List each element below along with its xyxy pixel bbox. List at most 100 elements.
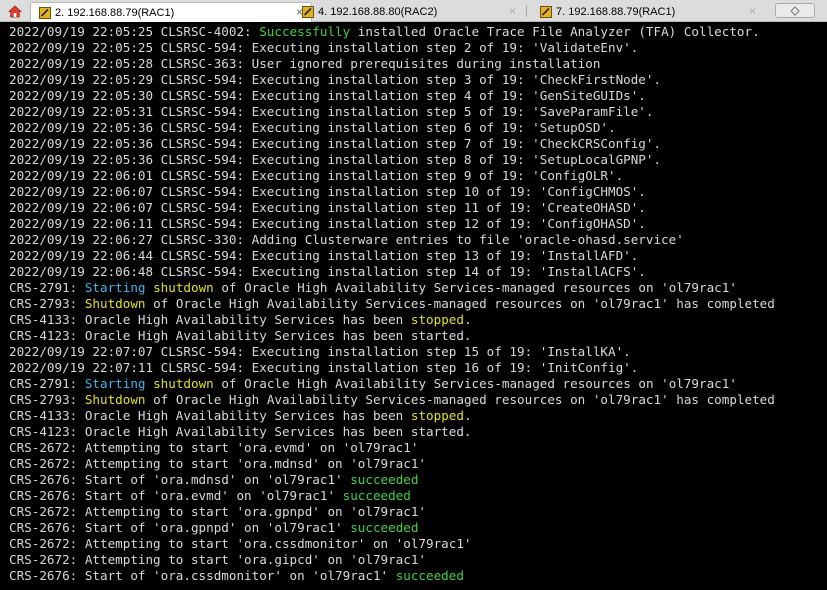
line-text: 2022/09/19 22:05:28 CLSRSC-363: User ign… — [9, 56, 601, 71]
highlighted-text: stopped — [410, 312, 464, 327]
terminal-line: CRS-4133: Oracle High Availability Servi… — [9, 312, 472, 328]
line-text: 2022/09/19 22:07:11 CLSRSC-594: Executin… — [9, 360, 639, 375]
terminal-line: CRS-2676: Start of 'ora.gpnpd' on 'ol79r… — [9, 520, 418, 536]
terminal-line: CRS-4123: Oracle High Availability Servi… — [9, 424, 472, 440]
line-text: CRS-2791: — [9, 280, 85, 295]
terminal-line: 2022/09/19 22:05:31 CLSRSC-594: Executin… — [9, 104, 653, 120]
highlighted-text: succeeded — [350, 520, 419, 535]
line-text: 2022/09/19 22:06:44 CLSRSC-594: Executin… — [9, 248, 639, 263]
line-text: CRS-4133: Oracle High Availability Servi… — [9, 408, 411, 423]
new-tab-icon — [790, 5, 800, 16]
tab-label: 7. 192.168.88.79(RAC1) — [556, 6, 676, 18]
line-text: CRS-2793: — [9, 296, 85, 311]
line-text: of Oracle High Availability Services-man… — [145, 392, 775, 407]
terminal-line: 2022/09/19 22:06:44 CLSRSC-594: Executin… — [9, 248, 638, 264]
highlighted-text: succeeded — [342, 488, 411, 503]
tab-label: 2. 192.168.88.79(RAC1) — [55, 6, 175, 19]
line-text: CRS-4133: Oracle High Availability Servi… — [9, 312, 411, 327]
line-text: installed Oracle Trace File Analyzer (TF… — [350, 24, 760, 39]
line-text: 2022/09/19 22:06:07 CLSRSC-594: Executin… — [9, 200, 646, 215]
terminal-line: CRS-2793: Shutdown of Oracle High Availa… — [9, 392, 775, 408]
terminal-line: 2022/09/19 22:07:07 CLSRSC-594: Executin… — [9, 344, 631, 360]
highlighted-text: succeeded — [395, 568, 464, 583]
terminal-line: 2022/09/19 22:05:25 CLSRSC-4002: Success… — [9, 24, 760, 40]
line-text: 2022/09/19 22:05:30 CLSRSC-594: Executin… — [9, 88, 646, 103]
line-text: CRS-2793: — [9, 392, 85, 407]
terminal-line: 2022/09/19 22:05:36 CLSRSC-594: Executin… — [9, 152, 661, 168]
line-text: 2022/09/19 22:05:29 CLSRSC-594: Executin… — [9, 72, 662, 87]
highlighted-text: Successfully — [259, 24, 351, 39]
terminal-line: CRS-2793: Shutdown of Oracle High Availa… — [9, 296, 775, 312]
terminal-line: CRS-2672: Attempting to start 'ora.gipcd… — [9, 552, 426, 568]
new-tab-button[interactable] — [775, 3, 815, 18]
line-text: 2022/09/19 22:07:07 CLSRSC-594: Executin… — [9, 344, 631, 359]
terminal-line: CRS-2676: Start of 'ora.cssdmonitor' on … — [9, 568, 464, 584]
terminal-line: CRS-2676: Start of 'ora.evmd' on 'ol79ra… — [9, 488, 411, 504]
line-text: 2022/09/19 22:06:11 CLSRSC-594: Executin… — [9, 216, 646, 231]
line-text: 2022/09/19 22:05:25 CLSRSC-594: Executin… — [9, 40, 639, 55]
terminal-tab-icon — [302, 6, 314, 18]
tab-separator — [526, 5, 527, 17]
line-text: CRS-2676: Start of 'ora.cssdmonitor' on … — [9, 568, 396, 583]
terminal-line: CRS-2791: Starting shutdown of Oracle Hi… — [9, 376, 737, 392]
line-text: 2022/09/19 22:05:36 CLSRSC-594: Executin… — [9, 136, 662, 151]
line-text: 2022/09/19 22:05:36 CLSRSC-594: Executin… — [9, 120, 616, 135]
highlighted-text: Starting — [84, 376, 146, 391]
terminal-line: 2022/09/19 22:05:36 CLSRSC-594: Executin… — [9, 120, 616, 136]
line-text — [146, 280, 154, 295]
line-text: CRS-2672: Attempting to start 'ora.evmd'… — [9, 440, 419, 455]
terminal-line: CRS-2791: Starting shutdown of Oracle Hi… — [9, 280, 737, 296]
highlighted-text: Shutdown — [84, 392, 146, 407]
line-text: 2022/09/19 22:05:25 CLSRSC-4002: — [9, 24, 260, 39]
highlighted-text: stopped — [410, 408, 464, 423]
terminal-line: CRS-2672: Attempting to start 'ora.cssdm… — [9, 536, 472, 552]
tab-label: 4. 192.168.88.80(RAC2) — [318, 6, 438, 18]
line-text: CRS-2676: Start of 'ora.mdnsd' on 'ol79r… — [9, 472, 351, 487]
highlighted-text: succeeded — [350, 472, 419, 487]
terminal-line: 2022/09/19 22:05:25 CLSRSC-594: Executin… — [9, 40, 638, 56]
line-text: CRS-2672: Attempting to start 'ora.gipcd… — [9, 552, 427, 567]
line-text: 2022/09/19 22:06:01 CLSRSC-594: Executin… — [9, 168, 624, 183]
line-text: 2022/09/19 22:06:48 CLSRSC-594: Executin… — [9, 264, 646, 279]
line-text: 2022/09/19 22:06:07 CLSRSC-594: Executin… — [9, 184, 646, 199]
line-text: of Oracle High Availability Services-man… — [213, 280, 737, 295]
line-text: CRS-4123: Oracle High Availability Servi… — [9, 424, 472, 439]
highlighted-text: Shutdown — [84, 296, 146, 311]
terminal-line: CRS-4123: Oracle High Availability Servi… — [9, 328, 472, 344]
line-text: CRS-2672: Attempting to start 'ora.cssdm… — [9, 536, 472, 551]
line-text: 2022/09/19 22:06:27 CLSRSC-330: Adding C… — [9, 232, 684, 247]
line-text — [146, 376, 154, 391]
terminal-line: CRS-2672: Attempting to start 'ora.mdnsd… — [9, 456, 426, 472]
terminal-line: CRS-2672: Attempting to start 'ora.evmd'… — [9, 440, 418, 456]
terminal-line: 2022/09/19 22:06:27 CLSRSC-330: Adding C… — [9, 232, 684, 248]
tab-ssh-rac1-second[interactable]: 7. 192.168.88.79(RAC1) × — [532, 2, 764, 22]
terminal-line: 2022/09/19 22:06:01 CLSRSC-594: Executin… — [9, 168, 623, 184]
terminal-output[interactable]: 2022/09/19 22:05:25 CLSRSC-4002: Success… — [0, 22, 827, 590]
terminal-line: 2022/09/19 22:05:29 CLSRSC-594: Executin… — [9, 72, 661, 88]
terminal-line: 2022/09/19 22:06:48 CLSRSC-594: Executin… — [9, 264, 646, 280]
tab-close-icon[interactable]: × — [509, 4, 516, 18]
highlighted-text: shutdown — [153, 280, 214, 295]
terminal-line: 2022/09/19 22:07:11 CLSRSC-594: Executin… — [9, 360, 638, 376]
line-text: CRS-2676: Start of 'ora.evmd' on 'ol79ra… — [9, 488, 343, 503]
line-text: CRS-2676: Start of 'ora.gpnpd' on 'ol79r… — [9, 520, 351, 535]
line-text: CRS-2791: — [9, 376, 85, 391]
line-text: of Oracle High Availability Services-man… — [145, 296, 775, 311]
highlighted-text: Starting — [84, 280, 146, 295]
terminal-line: 2022/09/19 22:06:11 CLSRSC-594: Executin… — [9, 216, 646, 232]
line-text: CRS-2672: Attempting to start 'ora.mdnsd… — [9, 456, 427, 471]
tab-ssh-rac2[interactable]: 4. 192.168.88.80(RAC2) × — [294, 2, 524, 22]
line-text: . — [463, 312, 472, 327]
line-text: 2022/09/19 22:05:31 CLSRSC-594: Executin… — [9, 104, 654, 119]
home-button[interactable] — [0, 0, 30, 22]
tab-close-icon[interactable]: × — [749, 4, 756, 18]
terminal-line: 2022/09/19 22:05:30 CLSRSC-594: Executin… — [9, 88, 646, 104]
highlighted-text: shutdown — [153, 376, 214, 391]
home-icon — [8, 5, 22, 17]
terminal-line: 2022/09/19 22:06:07 CLSRSC-594: Executin… — [9, 184, 646, 200]
line-text: of Oracle High Availability Services-man… — [213, 376, 737, 391]
tab-ssh-rac1[interactable]: 2. 192.168.88.79(RAC1) × — [30, 2, 312, 22]
line-text: CRS-2672: Attempting to start 'ora.gpnpd… — [9, 504, 427, 519]
terminal-line: 2022/09/19 22:05:28 CLSRSC-363: User ign… — [9, 56, 600, 72]
line-text: . — [463, 408, 472, 423]
